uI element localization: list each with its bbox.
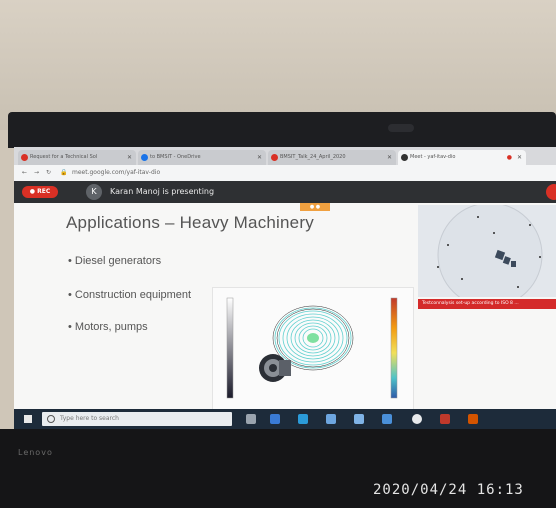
windows-start-icon[interactable] [24,415,32,423]
browser-tab-1[interactable]: Request for a Technical Sol ✕ [18,150,136,165]
task-view-icon[interactable] [270,414,280,424]
pdf-icon [271,154,278,161]
reload-icon[interactable]: ↻ [46,169,51,176]
search-placeholder: Type here to search [60,415,119,422]
browser-tab-2[interactable]: to BMSIT - OneDrive ✕ [138,150,266,165]
lock-icon: 🔒 [60,169,68,176]
chrome-icon[interactable] [412,414,422,424]
tab-label: Meet - yaf-itav-dio [410,154,456,160]
webcam-icon [388,124,414,132]
microphone-icon[interactable] [246,414,256,424]
edge-icon[interactable] [298,414,308,424]
close-icon[interactable]: ✕ [517,150,522,165]
laptop-bezel-top [8,112,556,148]
tab-label: BMSIT_Talk_24_April_2020 [280,154,346,160]
laptop-brand-logo: Lenovo [18,448,53,457]
meet-icon [401,154,408,161]
slide-bullet-1: • Diesel generators [68,255,162,267]
pdf-reader-icon[interactable] [440,414,450,424]
taskbar-search-input[interactable]: Type here to search [42,412,232,426]
back-icon[interactable]: ← [22,169,27,176]
close-icon[interactable]: ✕ [127,150,132,165]
forward-icon[interactable]: → [34,169,39,176]
rec-badge: ● REC [22,186,58,198]
camera-icon[interactable] [354,414,364,424]
shared-slide: ● ● Applications – Heavy Machinery • Die… [14,202,556,411]
laptop-screen: Request for a Technical Sol ✕ to BMSIT -… [14,147,556,429]
url-text[interactable]: meet.google.com/yaf-itav-dio [72,169,160,176]
avatar: K [86,184,102,200]
slide-bullet-3: • Motors, pumps [68,321,148,333]
browser-tab-bar: Request for a Technical Sol ✕ to BMSIT -… [14,147,556,165]
photo-timestamp: 2020/04/24 16:13 [373,482,524,498]
close-icon[interactable]: ✕ [257,150,262,165]
noise-plot-image [212,287,414,411]
background-wall [0,0,556,130]
browser-tab-meet[interactable]: Meet - yaf-itav-dio ● ✕ [398,150,526,165]
close-icon[interactable]: ✕ [387,150,392,165]
mail-icon[interactable] [382,414,392,424]
bullet-text: Diesel generators [74,255,162,267]
powerpoint-icon[interactable] [468,414,478,424]
bullet-text: Motors, pumps [74,321,148,333]
bullet-text: Construction equipment [74,289,192,301]
sphere-caption: Testconnalysis set-up according to ISO 8… [418,299,556,309]
address-bar: ← → ↻ 🔒 meet.google.com/yaf-itav-dio [14,165,556,182]
presenting-text: Karan Manoj is presenting [110,187,215,196]
file-explorer-icon[interactable] [326,414,336,424]
slide-title: Applications – Heavy Machinery [66,213,314,232]
tab-label: Request for a Technical Sol [30,154,98,160]
rec-label: REC [37,188,51,195]
search-icon [47,415,55,423]
meet-presenting-bar: ● REC K Karan Manoj is presenting [14,181,556,203]
presenter-indicator-icon: ● ● [300,203,330,211]
tab-label: to BMSIT - OneDrive [150,154,201,160]
record-icon[interactable] [546,184,556,200]
windows-taskbar: Type here to search [14,409,556,429]
browser-tab-3[interactable]: BMSIT_Talk_24_April_2020 ✕ [268,150,396,165]
onedrive-icon [141,154,148,161]
gmail-icon [21,154,28,161]
recording-dot-icon: ● [506,154,512,161]
slide-bullet-2: • Construction equipment [68,289,192,301]
test-setup-sphere-image [418,202,556,308]
